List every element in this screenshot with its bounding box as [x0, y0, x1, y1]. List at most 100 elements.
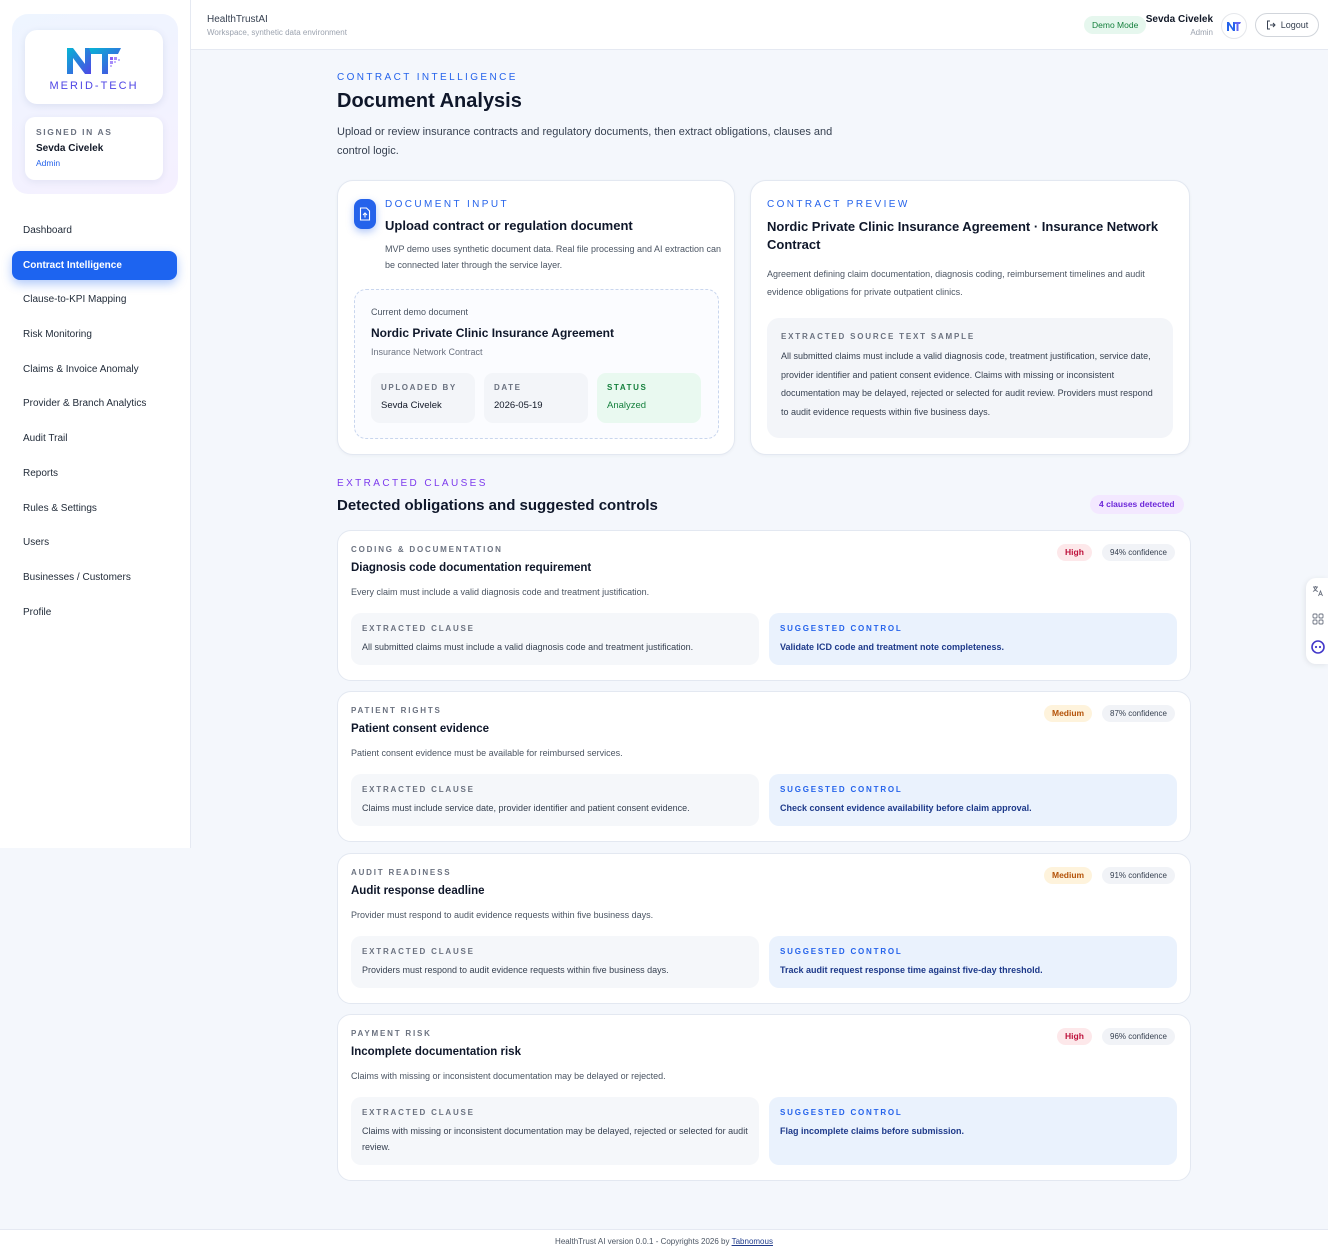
sidebar-item-contract-intelligence[interactable]: Contract Intelligence [12, 250, 177, 280]
sidebar-item-profile[interactable]: Profile [12, 598, 177, 627]
sidebar-item-claims-invoice-anomaly[interactable]: Claims & Invoice Anomaly [12, 355, 177, 384]
sidebar: MERID-TECH SIGNED IN AS Sevda Civelek Ad… [0, 0, 191, 848]
sidebar-item-businesses-customers[interactable]: Businesses / Customers [12, 563, 177, 592]
avatar-logo-icon [1227, 22, 1241, 31]
suggested-control-box: SUGGESTED CONTROL Validate ICD code and … [769, 613, 1177, 665]
uploaded-by-label: UPLOADED BY [381, 383, 457, 392]
document-input-eyebrow: DOCUMENT INPUT [385, 199, 509, 210]
app-name: HealthTrustAI [207, 14, 268, 25]
demo-mode-badge: Demo Mode [1084, 16, 1147, 34]
suggested-control-box: SUGGESTED CONTROL Flag incomplete claims… [769, 1097, 1177, 1165]
clauses-count-badge: 4 clauses detected [1090, 495, 1184, 514]
clause-title: Patient consent evidence [351, 723, 490, 735]
clause-card[interactable]: CODING & DOCUMENTATION Diagnosis code do… [337, 530, 1191, 681]
status-meta: STATUS Analyzed [597, 373, 701, 423]
sidebar-item-dashboard[interactable]: Dashboard [12, 216, 177, 245]
assistant-icon[interactable] [1311, 640, 1325, 654]
user-role: Admin [1190, 28, 1213, 37]
clause-category: PATIENT RIGHTS [351, 706, 442, 715]
current-demo-document[interactable]: Current demo document Nordic Private Cli… [354, 289, 719, 439]
clause-title: Audit response deadline [351, 885, 485, 897]
logo[interactable]: MERID-TECH [25, 30, 163, 104]
extracted-clause-label: EXTRACTED CLAUSE [362, 785, 475, 794]
current-document-label: Current demo document [371, 307, 469, 317]
suggested-control-box: SUGGESTED CONTROL Track audit request re… [769, 936, 1177, 988]
clause-card[interactable]: AUDIT READINESS Audit response deadline … [337, 853, 1191, 1004]
apps-grid-icon[interactable] [1311, 612, 1325, 626]
sidebar-item-clause-kpi-mapping[interactable]: Clause-to-KPI Mapping [12, 285, 177, 314]
extracted-clause-label: EXTRACTED CLAUSE [362, 947, 475, 956]
contract-preview-eyebrow: CONTRACT PREVIEW [767, 199, 910, 210]
date-label: DATE [494, 383, 522, 392]
sidebar-item-audit-trail[interactable]: Audit Trail [12, 424, 177, 453]
logo-mark-icon [67, 48, 121, 74]
clause-card[interactable]: PATIENT RIGHTS Patient consent evidence … [337, 691, 1191, 842]
suggested-control-text: Flag incomplete claims before submission… [780, 1126, 965, 1136]
signed-in-card: SIGNED IN AS Sevda Civelek Admin [25, 117, 163, 180]
page-description: Upload or review insurance contracts and… [337, 126, 833, 157]
current-document-title: Nordic Private Clinic Insurance Agreemen… [371, 326, 614, 340]
clause-category: CODING & DOCUMENTATION [351, 545, 503, 554]
extracted-clause-text: Providers must respond to audit evidence… [362, 965, 669, 975]
avatar[interactable] [1221, 13, 1247, 39]
app-subtitle: Workspace, synthetic data environment [207, 28, 347, 37]
confidence-badge: 87% confidence [1102, 705, 1175, 722]
confidence-badge: 91% confidence [1102, 867, 1175, 884]
contract-preview-card: CONTRACT PREVIEW Nordic Private Clinic I… [750, 180, 1190, 455]
document-input-card: DOCUMENT INPUT Upload contract or regula… [337, 180, 735, 455]
confidence-badge: 96% confidence [1102, 1028, 1175, 1045]
status-value: Analyzed [607, 400, 647, 411]
clause-title: Incomplete documentation risk [351, 1046, 521, 1058]
clauses-title: Detected obligations and suggested contr… [337, 497, 658, 514]
current-document-type: Insurance Network Contract [371, 347, 483, 357]
contract-preview-description: Agreement defining claim documentation, … [767, 269, 1145, 297]
suggested-control-label: SUGGESTED CONTROL [780, 1108, 903, 1117]
signed-in-role: Admin [36, 158, 61, 168]
sidebar-item-users[interactable]: Users [12, 528, 177, 557]
uploaded-by-meta: UPLOADED BY Sevda Civelek [371, 373, 475, 423]
extracted-clause-text: Claims with missing or inconsistent docu… [362, 1126, 748, 1152]
source-text: All submitted claims must include a vali… [781, 351, 1153, 417]
signed-in-name: Sevda Civelek [36, 143, 104, 154]
source-text-sample: EXTRACTED SOURCE TEXT SAMPLE All submitt… [767, 318, 1173, 438]
contract-preview-title: Nordic Private Clinic Insurance Agreemen… [767, 219, 1159, 252]
date-meta: DATE 2026-05-19 [484, 373, 588, 423]
clause-category: PAYMENT RISK [351, 1029, 432, 1038]
clause-description: Provider must respond to audit evidence … [351, 910, 654, 920]
page-title: Document Analysis [337, 90, 522, 112]
status-label: STATUS [607, 383, 648, 392]
source-text-label: EXTRACTED SOURCE TEXT SAMPLE [781, 332, 975, 341]
date-value: 2026-05-19 [494, 400, 543, 411]
severity-badge: Medium [1044, 705, 1093, 722]
uploaded-by-value: Sevda Civelek [381, 400, 442, 411]
extracted-clause-label: EXTRACTED CLAUSE [362, 1108, 475, 1117]
extracted-clause-text: All submitted claims must include a vali… [362, 642, 694, 652]
sidebar-item-risk-monitoring[interactable]: Risk Monitoring [12, 320, 177, 349]
logout-button[interactable]: Logout [1255, 13, 1319, 37]
extracted-clause-box: EXTRACTED CLAUSE Claims with missing or … [351, 1097, 759, 1165]
suggested-control-text: Validate ICD code and treatment note com… [780, 642, 1005, 652]
extracted-clause-box: EXTRACTED CLAUSE Providers must respond … [351, 936, 759, 988]
user-name: Sevda Civelek [1145, 14, 1213, 25]
suggested-control-label: SUGGESTED CONTROL [780, 947, 903, 956]
footer-text: HealthTrust AI version 0.0.1 - Copyright… [555, 1237, 730, 1246]
sidebar-item-reports[interactable]: Reports [12, 459, 177, 488]
upload-document-icon[interactable] [354, 199, 376, 229]
clause-card[interactable]: PAYMENT RISK Incomplete documentation ri… [337, 1014, 1191, 1181]
logo-text: MERID-TECH [49, 80, 139, 92]
brand-panel: MERID-TECH SIGNED IN AS Sevda Civelek Ad… [12, 14, 178, 194]
clause-description: Patient consent evidence must be availab… [351, 748, 623, 758]
suggested-control-box: SUGGESTED CONTROL Check consent evidence… [769, 774, 1177, 826]
sidebar-item-rules-settings[interactable]: Rules & Settings [12, 494, 177, 523]
page-eyebrow: CONTRACT INTELLIGENCE [337, 72, 518, 83]
logout-icon [1266, 20, 1276, 30]
sidebar-item-provider-branch-analytics[interactable]: Provider & Branch Analytics [12, 389, 177, 418]
logout-label: Logout [1280, 20, 1309, 30]
translate-icon[interactable] [1311, 584, 1325, 598]
severity-badge: High [1057, 1028, 1092, 1045]
suggested-control-label: SUGGESTED CONTROL [780, 624, 903, 633]
upload-description: MVP demo uses synthetic document data. R… [385, 244, 722, 270]
sidebar-nav: Dashboard Contract Intelligence Clause-t… [12, 216, 177, 632]
suggested-control-label: SUGGESTED CONTROL [780, 785, 903, 794]
footer-link[interactable]: Tabnomous [732, 1237, 773, 1246]
